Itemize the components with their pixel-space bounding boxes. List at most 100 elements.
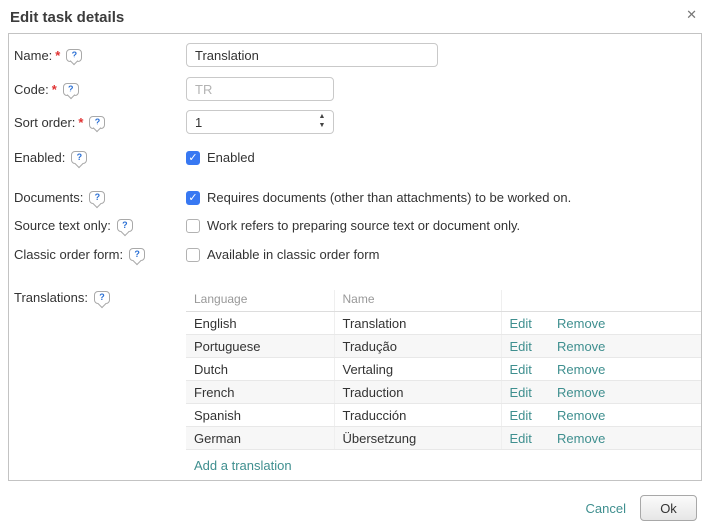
sort-order-label: Sort order:* ? (14, 115, 186, 130)
remove-link[interactable]: Remove (557, 408, 605, 423)
close-icon[interactable]: ✕ (686, 7, 697, 23)
enabled-checkbox-label: Enabled (207, 150, 255, 165)
documents-checkbox[interactable]: ✓ (186, 191, 200, 205)
field-row-code: Code:* ? (14, 77, 699, 101)
help-icon[interactable]: ? (63, 83, 79, 96)
field-row-sort-order: Sort order:* ? ▲ ▼ (14, 110, 699, 134)
table-row: French Traduction Edit Remove (186, 381, 701, 404)
enabled-control: ✓ Enabled (186, 150, 255, 165)
add-translation-link[interactable]: Add a translation (194, 458, 292, 473)
enabled-label-text: Enabled: (14, 150, 65, 165)
classic-order-form-label: Classic order form: ? (14, 247, 186, 262)
dialog-title: Edit task details (10, 9, 124, 26)
classic-order-form-control: Available in classic order form (186, 247, 379, 262)
help-icon[interactable]: ? (129, 248, 145, 261)
edit-link[interactable]: Edit (510, 408, 532, 423)
checkmark-icon: ✓ (188, 151, 197, 165)
required-asterisk: * (52, 82, 57, 97)
column-header-language: Language (186, 290, 334, 312)
field-row-source-text-only: Source text only: ? Work refers to prepa… (14, 218, 699, 233)
language-cell: German (186, 427, 334, 450)
checkmark-icon: ✓ (188, 191, 197, 205)
sort-order-stepper: ▲ ▼ (186, 110, 334, 134)
table-header-row: Language Name (186, 290, 701, 312)
translations-section: Language Name English Translation Edit R… (186, 290, 701, 473)
name-cell: Traducción (334, 404, 501, 427)
help-icon[interactable]: ? (66, 49, 82, 62)
language-cell: Spanish (186, 404, 334, 427)
help-icon[interactable]: ? (117, 219, 133, 232)
field-row-name: Name:* ? (14, 43, 699, 67)
name-cell: Tradução (334, 335, 501, 358)
table-row: German Übersetzung Edit Remove (186, 427, 701, 450)
required-asterisk: * (55, 48, 60, 63)
sort-order-label-text: Sort order: (14, 115, 75, 130)
edit-link[interactable]: Edit (510, 385, 532, 400)
language-cell: Portuguese (186, 335, 334, 358)
source-text-only-control: Work refers to preparing source text or … (186, 218, 520, 233)
translations-table: Language Name English Translation Edit R… (186, 290, 701, 450)
field-row-enabled: Enabled: ? ✓ Enabled (14, 150, 699, 165)
translations-label: Translations: ? (14, 290, 186, 305)
help-icon[interactable]: ? (89, 116, 105, 129)
documents-label: Documents: ? (14, 190, 186, 205)
classic-order-form-label-text: Classic order form: (14, 247, 123, 262)
documents-checkbox-label: Requires documents (other than attachmen… (207, 190, 571, 205)
code-label: Code:* ? (14, 82, 186, 97)
remove-link[interactable]: Remove (557, 385, 605, 400)
help-icon[interactable]: ? (94, 291, 110, 304)
dialog-header: Edit task details ✕ (0, 0, 710, 33)
sort-order-input[interactable] (186, 110, 334, 134)
name-input[interactable] (186, 43, 438, 67)
name-label-text: Name: (14, 48, 52, 63)
ok-button[interactable]: Ok (640, 495, 697, 521)
stepper-down-icon[interactable]: ▼ (319, 122, 326, 131)
remove-link[interactable]: Remove (557, 362, 605, 377)
column-header-name: Name (334, 290, 501, 312)
documents-label-text: Documents: (14, 190, 83, 205)
language-cell: English (186, 312, 334, 335)
code-label-text: Code: (14, 82, 49, 97)
source-text-only-checkbox[interactable] (186, 219, 200, 233)
source-text-only-label: Source text only: ? (14, 218, 186, 233)
name-cell: Traduction (334, 381, 501, 404)
help-icon[interactable]: ? (89, 191, 105, 204)
language-cell: French (186, 381, 334, 404)
edit-link[interactable]: Edit (510, 316, 532, 331)
cancel-button[interactable]: Cancel (586, 501, 626, 516)
table-row: Dutch Vertaling Edit Remove (186, 358, 701, 381)
remove-link[interactable]: Remove (557, 431, 605, 446)
classic-order-form-checkbox-label: Available in classic order form (207, 247, 379, 262)
field-row-documents: Documents: ? ✓ Requires documents (other… (14, 190, 699, 205)
name-cell: Translation (334, 312, 501, 335)
column-header-remove (549, 290, 701, 312)
classic-order-form-checkbox[interactable] (186, 248, 200, 262)
help-icon[interactable]: ? (71, 151, 87, 164)
name-label: Name:* ? (14, 48, 186, 63)
field-row-classic-order-form: Classic order form: ? Available in class… (14, 247, 699, 262)
code-input[interactable] (186, 77, 334, 101)
source-text-only-checkbox-label: Work refers to preparing source text or … (207, 218, 520, 233)
edit-link[interactable]: Edit (510, 339, 532, 354)
remove-link[interactable]: Remove (557, 316, 605, 331)
required-asterisk: * (78, 115, 83, 130)
source-text-only-label-text: Source text only: (14, 218, 111, 233)
dialog-footer: Cancel Ok (0, 481, 710, 521)
table-row: Portuguese Tradução Edit Remove (186, 335, 701, 358)
language-cell: Dutch (186, 358, 334, 381)
dialog-body: Name:* ? Code:* ? Sort order:* ? ▲ ▼ Ena… (8, 33, 702, 481)
remove-link[interactable]: Remove (557, 339, 605, 354)
name-cell: Übersetzung (334, 427, 501, 450)
translations-label-text: Translations: (14, 290, 88, 305)
stepper-up-icon[interactable]: ▲ (319, 113, 326, 122)
enabled-checkbox[interactable]: ✓ (186, 151, 200, 165)
edit-link[interactable]: Edit (510, 431, 532, 446)
field-row-translations: Translations: ? Language Name English Tr… (14, 290, 699, 473)
edit-link[interactable]: Edit (510, 362, 532, 377)
column-header-edit (501, 290, 549, 312)
enabled-label: Enabled: ? (14, 150, 186, 165)
stepper-arrows[interactable]: ▲ ▼ (317, 113, 327, 130)
table-row: Spanish Traducción Edit Remove (186, 404, 701, 427)
name-cell: Vertaling (334, 358, 501, 381)
documents-control: ✓ Requires documents (other than attachm… (186, 190, 571, 205)
